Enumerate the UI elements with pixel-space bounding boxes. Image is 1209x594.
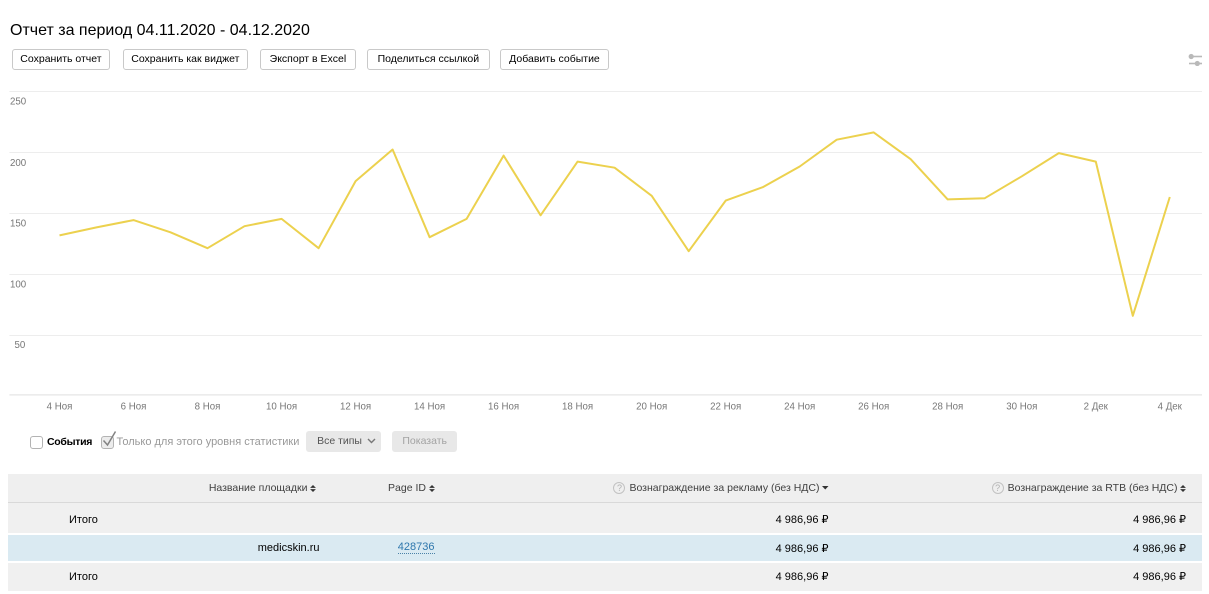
svg-text:4 Дек: 4 Дек — [1158, 402, 1183, 413]
svg-text:20 Ноя: 20 Ноя — [636, 402, 667, 413]
svg-text:8 Ноя: 8 Ноя — [195, 402, 221, 413]
svg-text:28 Ноя: 28 Ноя — [932, 402, 963, 413]
svg-text:14 Ноя: 14 Ноя — [414, 402, 445, 413]
svg-text:24 Ноя: 24 Ноя — [784, 402, 815, 413]
svg-text:50: 50 — [15, 340, 26, 351]
svg-text:12 Ноя: 12 Ноя — [340, 402, 371, 413]
svg-text:26 Ноя: 26 Ноя — [858, 402, 889, 413]
svg-text:250: 250 — [10, 97, 27, 108]
svg-text:200: 200 — [10, 158, 27, 169]
svg-text:100: 100 — [10, 280, 27, 291]
svg-text:150: 150 — [10, 219, 27, 230]
svg-text:16 Ноя: 16 Ноя — [488, 402, 519, 413]
svg-text:6 Ноя: 6 Ноя — [121, 402, 147, 413]
svg-text:10 Ноя: 10 Ноя — [266, 402, 297, 413]
svg-text:2 Дек: 2 Дек — [1084, 402, 1109, 413]
svg-text:22 Ноя: 22 Ноя — [710, 402, 741, 413]
svg-text:30 Ноя: 30 Ноя — [1006, 402, 1037, 413]
svg-text:4 Ноя: 4 Ноя — [47, 402, 73, 413]
svg-text:18 Ноя: 18 Ноя — [562, 402, 593, 413]
